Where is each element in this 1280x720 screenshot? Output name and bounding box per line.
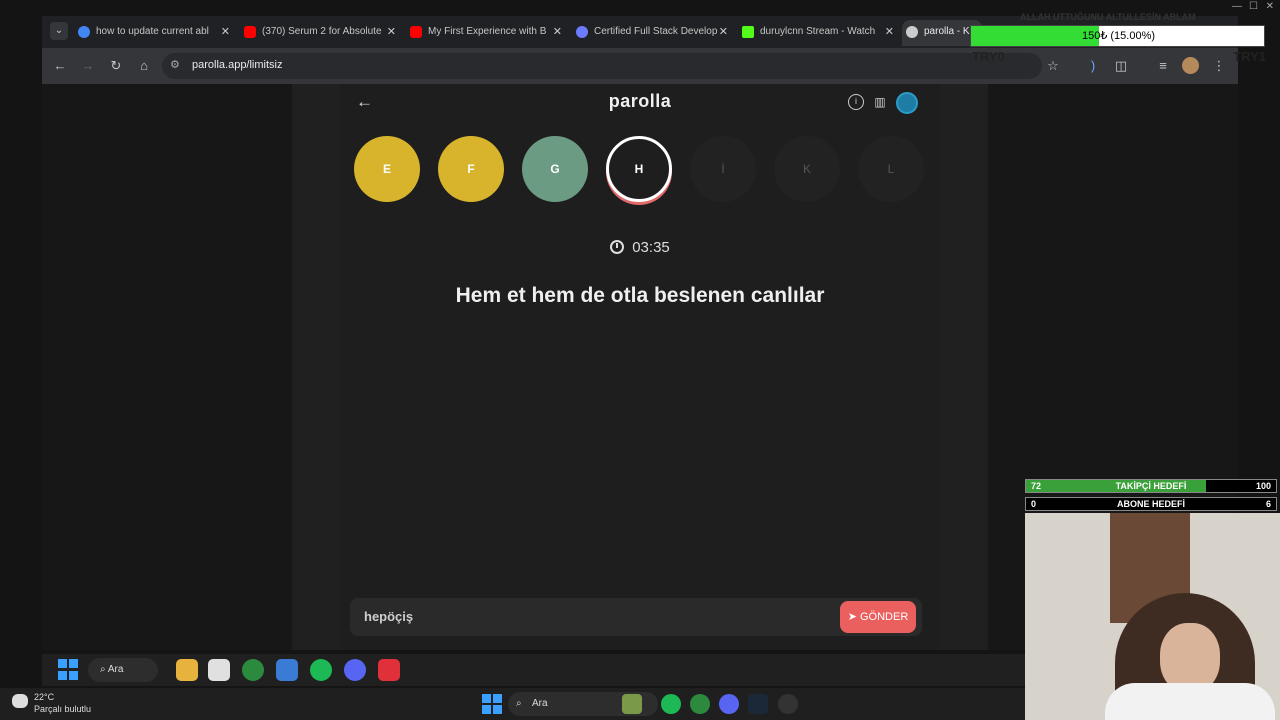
chrome-icon-main[interactable] [690, 694, 710, 714]
follower-target: 100 [1255, 481, 1271, 491]
letter-4: İ [690, 136, 756, 202]
windows-start-icon[interactable] [58, 659, 80, 681]
close-tab-icon[interactable]: ✕ [221, 20, 230, 44]
tab-0[interactable]: how to update current abl ✕ [74, 20, 234, 46]
send-icon: ➤ [847, 611, 857, 623]
home-icon[interactable]: ⌂ [135, 57, 153, 75]
letter-3: H [606, 136, 672, 202]
windows-start-icon-main[interactable] [482, 694, 502, 714]
game-panel: ← parolla i ▥ EFGHİKL 03:35 Hem et hem d… [340, 84, 940, 650]
inner-search[interactable]: ⌕ Ara [88, 658, 158, 682]
donation-left-label: TRY0 [972, 49, 1005, 64]
tab-title: parolla - K [924, 26, 970, 37]
tab-title: duruylcnn Stream - Watch [760, 26, 876, 37]
sub-label: ABONE HEDEFİ [1116, 499, 1185, 509]
tab-3[interactable]: Certified Full Stack Develop ✕ [572, 20, 732, 46]
inner-search-label: Ara [107, 664, 124, 675]
site-info-icon[interactable]: ⚙ [170, 58, 180, 71]
donation-right-label: TRY1 [1233, 49, 1266, 64]
discord-icon-main[interactable] [719, 694, 739, 714]
letter-5: K [774, 136, 840, 202]
left-margin [42, 84, 292, 650]
kick-icon [742, 26, 754, 38]
spotify-icon-main[interactable] [661, 694, 681, 714]
answer-value: hepöçiş [364, 609, 414, 624]
follower-goal: 72 TAKİPÇİ HEDEFİ 100 [1025, 479, 1277, 493]
letter-6: L [858, 136, 924, 202]
tab-2[interactable]: My First Experience with B ✕ [406, 20, 566, 46]
donation-bar: 150₺ (15.00%) [970, 25, 1265, 47]
letter-1: F [438, 136, 504, 202]
chrome-icon[interactable] [242, 659, 264, 681]
send-button[interactable]: ➤ GÖNDER [840, 601, 916, 633]
search-highlight-icon [622, 694, 642, 714]
overlay-title: ALLAH UTTUĞUNU ALTULLESİN ABLAM [1020, 12, 1196, 22]
steam-icon[interactable] [748, 694, 768, 714]
taskbar-search-label: Ara [532, 698, 548, 709]
forward-icon[interactable]: → [79, 57, 97, 75]
back-icon[interactable]: ← [51, 57, 69, 75]
sub-target: 6 [1265, 499, 1271, 509]
inner-taskbar: ⌕ Ara [42, 654, 1025, 686]
tab-title: My First Experience with B [428, 26, 547, 37]
letter-0: E [354, 136, 420, 202]
weather-cloud-icon [12, 694, 28, 708]
clock-icon [610, 240, 625, 254]
letter-2: G [522, 136, 588, 202]
temperature: 22°C [34, 692, 55, 702]
screen: — ☐ ✕ ⌄ how to update current abl ✕ (370… [0, 0, 1280, 720]
follower-label: TAKİPÇİ HEDEFİ [1115, 481, 1187, 491]
sub-goal: 0 ABONE HEDEFİ 6 [1025, 497, 1277, 511]
close-tab-icon[interactable]: ✕ [387, 20, 396, 44]
timer-value: 03:35 [632, 239, 670, 256]
parolla-app: ← parolla i ▥ EFGHİKL 03:35 Hem et hem d… [292, 84, 988, 650]
question-text: Hem et hem de otla beslenen canlılar [455, 284, 825, 307]
info-icon[interactable]: i [848, 94, 864, 110]
store-icon[interactable] [208, 659, 230, 681]
close-tab-icon[interactable]: ✕ [553, 20, 562, 44]
user-avatar[interactable] [896, 92, 918, 114]
weather-desc: Parçalı bulutlu [34, 704, 92, 714]
youtube-icon [410, 26, 422, 38]
tab-1[interactable]: (370) Serum 2 for Absolute ✕ [240, 20, 400, 46]
donation-overlay: ALLAH UTTUĞUNU ALTULLESİN ABLAM 150₺ (15… [970, 10, 1270, 65]
red-app-icon[interactable] [378, 659, 400, 681]
stats-icon[interactable]: ▥ [872, 94, 888, 110]
webcam-person-shirt [1105, 683, 1275, 720]
parolla-icon [906, 26, 918, 38]
close-tab-icon[interactable]: ✕ [719, 20, 728, 44]
send-label: GÖNDER [860, 611, 909, 623]
answer-input[interactable]: hepöçiş ➤ GÖNDER [350, 598, 922, 636]
freecodecamp-icon [576, 26, 588, 38]
timer: 03:35 [340, 239, 940, 256]
app-icon[interactable] [276, 659, 298, 681]
tab-title: Certified Full Stack Develop [594, 26, 718, 37]
close-tab-icon[interactable]: ✕ [885, 20, 894, 44]
address-bar[interactable]: ⚙ parolla.app/limitsiz [162, 53, 1042, 79]
search-icon: ⌕ [516, 698, 522, 709]
reload-icon[interactable]: ↻ [107, 57, 125, 75]
tab-title: how to update current abl [96, 26, 209, 37]
taskbar: 22°C Parçalı bulutlu ⌕ Ara [0, 688, 1025, 720]
tab-search-icon[interactable]: ⌄ [50, 22, 68, 40]
url-text: parolla.app/limitsiz [192, 59, 283, 71]
donation-value: 150₺ (15.00%) [1081, 30, 1156, 42]
obs-icon[interactable] [778, 694, 798, 714]
tab-4[interactable]: duruylcnn Stream - Watch ✕ [738, 20, 898, 46]
spotify-icon[interactable] [310, 659, 332, 681]
discord-icon[interactable] [344, 659, 366, 681]
file-explorer-icon[interactable] [176, 659, 198, 681]
google-icon [78, 26, 90, 38]
tab-title: (370) Serum 2 for Absolute [262, 26, 382, 37]
youtube-icon [244, 26, 256, 38]
webcam-feed [1025, 513, 1280, 720]
